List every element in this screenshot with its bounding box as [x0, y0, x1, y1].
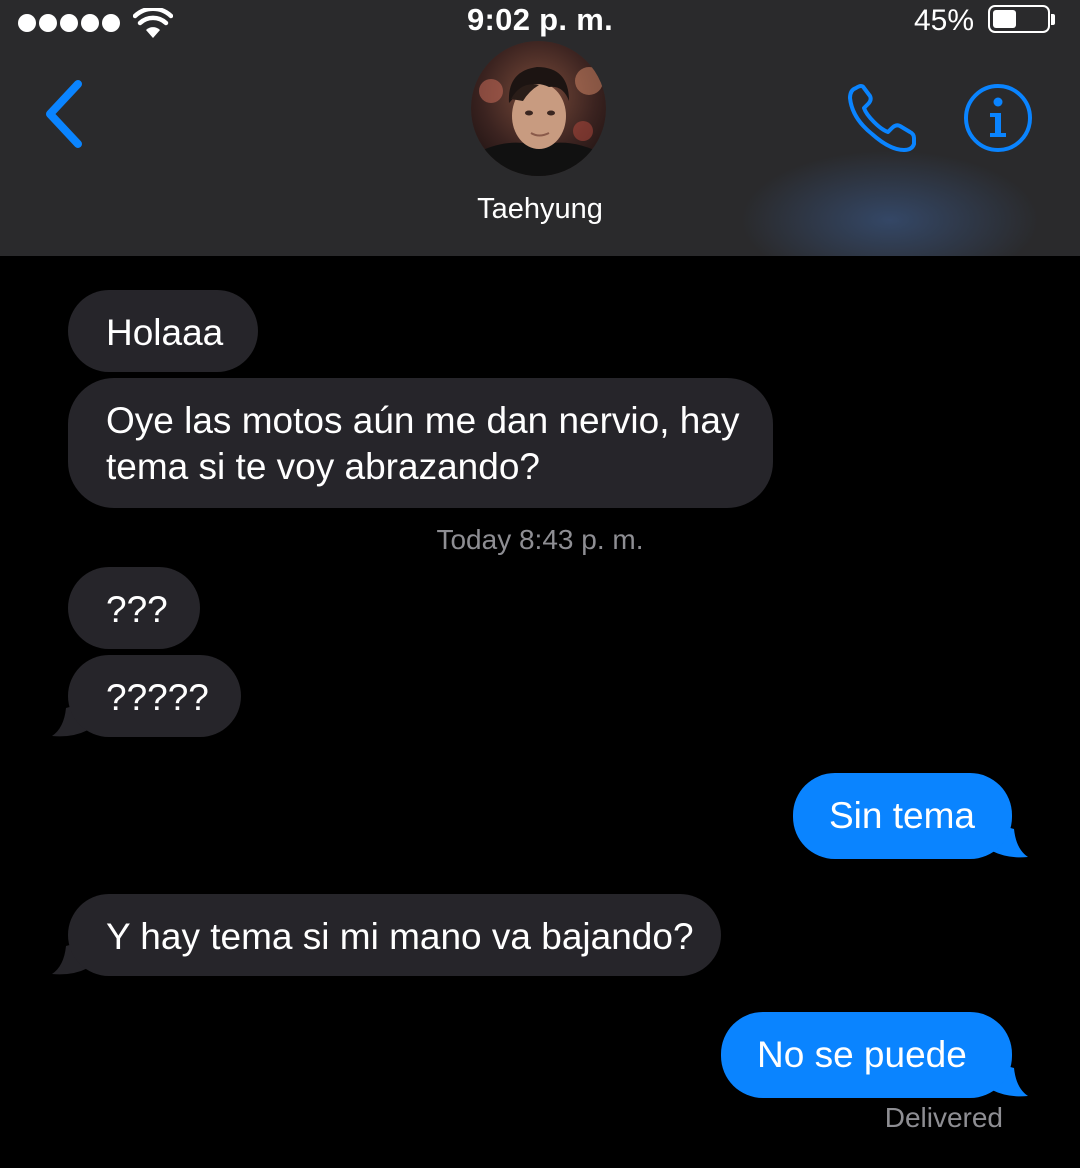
avatar-image	[471, 41, 606, 176]
conversation-timestamp: Today 8:43 p. m.	[436, 524, 644, 555]
message-text: ???	[106, 589, 168, 630]
message-incoming[interactable]: ???	[68, 567, 200, 649]
message-incoming[interactable]: Oye las motos aún me dan nervio, hay tem…	[68, 378, 773, 508]
status-bar: 9:02 p. m. 45%	[0, 0, 1080, 44]
info-button[interactable]	[962, 82, 1034, 154]
message-incoming[interactable]: Holaaa	[68, 290, 258, 372]
message-incoming[interactable]: Y hay tema si mi mano va bajando?	[68, 894, 721, 976]
message-text: No se puede	[757, 1034, 967, 1075]
chevron-left-icon	[46, 80, 82, 148]
message-text: Y hay tema si mi mano va bajando?	[106, 916, 694, 957]
message-incoming[interactable]: ?????	[68, 655, 241, 737]
message-text-line: Oye las motos aún me dan nervio, hay	[106, 400, 740, 441]
battery-level	[993, 10, 1016, 28]
message-text-line: tema si te voy abrazando?	[106, 446, 540, 487]
battery-percent: 45%	[913, 4, 974, 37]
delivered-status: Delivered	[884, 1102, 1003, 1133]
info-icon	[964, 84, 1032, 152]
call-button[interactable]	[842, 78, 922, 158]
battery-nub	[1051, 14, 1055, 25]
phone-icon	[848, 84, 916, 152]
message-outgoing[interactable]: Sin tema	[793, 773, 1012, 859]
battery-icon	[988, 5, 1050, 33]
message-text: Sin tema	[829, 795, 976, 836]
contact-avatar[interactable]	[471, 41, 606, 176]
message-text: ?????	[106, 677, 209, 718]
message-outgoing[interactable]: No se puede	[721, 1012, 1012, 1098]
conversation-header: 9:02 p. m. 45% Taehyung	[0, 0, 1080, 256]
back-button[interactable]	[36, 74, 92, 154]
message-text: Holaaa	[106, 312, 224, 353]
contact-name[interactable]: Taehyung	[0, 193, 1080, 226]
